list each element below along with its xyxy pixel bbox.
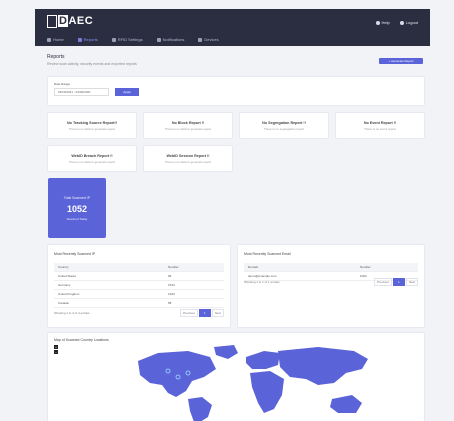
pagination: Previous 1 Next [180,309,224,317]
previous-page-button[interactable]: Previous [180,309,198,317]
main-content: Reports Review scan activity, security e… [47,54,425,421]
report-subtitle: There is no segregation report [263,126,305,131]
report-title: No Event Report !! [363,120,397,125]
column-header[interactable]: Domain [244,265,356,269]
table-row: Germany 1534 [54,281,224,290]
report-card-webid-session[interactable]: WebID Session Report !! There is no data… [143,145,233,172]
report-title: No Tracking Source Report!! [67,120,117,125]
north-america-shape[interactable] [138,351,216,397]
table-header-row: Country Number [54,263,224,272]
settings-icon [111,37,116,42]
logout-icon [399,20,404,25]
greenland-shape[interactable] [214,345,238,359]
report-subtitle: There is no data to generate report [68,126,116,131]
apply-button[interactable]: Apply [115,88,139,96]
help-icon [375,20,380,25]
table-footer: Showing 1 to 1 of 1 entries [244,280,280,284]
africa-shape[interactable] [250,371,284,413]
date-range-card: Date Range 03/29/2021 - 04/30/2021 Apply [47,76,425,106]
nav-item-notifications[interactable]: Notifications [156,37,184,42]
report-card-block[interactable]: No Block Report !! There is no data to g… [143,112,233,139]
report-title: No Segregation Report !! [262,120,306,125]
table-title: Most Recently Scanned IP [54,252,96,256]
logout-link[interactable]: Logout [399,20,418,25]
world-map[interactable] [118,343,378,421]
table-cell: Canada [58,301,69,305]
map-zoom-controls: + − [54,345,58,354]
report-subtitle: There is no data to generate report [164,159,212,164]
column-header[interactable]: Number [164,265,224,269]
top-navbar: DAEC Help Logout Home Reports RFID Setti… [35,9,430,46]
report-title: WebID Session Report !! [166,153,210,158]
app-logo[interactable]: DAEC [47,14,93,28]
stat-value: 1052 [66,203,88,214]
total-scanned-stat-card[interactable]: Total Scanned IP 1052 Scanned Today [48,178,106,238]
top-actions: Help Logout [375,20,418,25]
nav-item-devices[interactable]: Devices [198,37,219,42]
date-range-label: Date Range [54,82,71,86]
report-card-event[interactable]: No Event Report !! There is no event rep… [335,112,425,139]
table-cell: United States [58,274,77,278]
next-page-button[interactable]: Next [405,278,418,286]
report-subtitle: There is no data to generate report [164,126,212,131]
report-card-webid-breach[interactable]: WebID Breach Report !! There is no data … [47,145,137,172]
table-cell: 1534 [168,283,175,287]
report-subtitle: There is no data to generate report [68,159,116,164]
bell-icon [156,37,161,42]
zoom-in-button[interactable]: + [54,345,58,349]
nav-item-home[interactable]: Home [47,37,64,42]
table-cell: Germany [58,283,71,287]
column-header[interactable]: Country [54,265,164,269]
table-footer: Showing 1 to 4 of 4 entries [54,311,90,315]
report-icon [77,37,82,42]
report-card-tracking[interactable]: No Tracking Source Report!! There is no … [47,112,137,139]
generate-report-button[interactable]: + Generate Report [379,58,423,64]
table-row: Canada 58 [54,299,224,308]
pagination: Previous 1 Next [374,278,418,286]
page-1-button[interactable]: 1 [392,278,405,286]
table-cell: demo@example.com [248,274,277,278]
help-link[interactable]: Help [375,20,390,25]
column-header[interactable]: Number [356,265,418,269]
stat-subtitle: Scanned Today [66,216,88,221]
europe-shape[interactable] [246,351,280,369]
table-row: United States 96 [54,272,224,281]
report-title: WebID Breach Report !! [71,153,113,158]
home-icon [47,37,51,42]
main-nav: Home Reports RFID Settings Notifications… [47,37,219,42]
south-america-shape[interactable] [188,397,212,421]
table-cell: 1203 [168,292,175,296]
previous-page-button[interactable]: Previous [374,278,392,286]
page: DAEC Help Logout Home Reports RFID Setti… [0,0,454,421]
breadcrumb[interactable]: Reports [47,54,65,60]
table-cell: 58 [168,301,172,305]
recent-email-table-card: Most Recently Scanned Email Domain Numbe… [237,244,425,328]
zoom-out-button[interactable]: − [54,350,58,354]
map-title: Map of Scanned Country Locations [54,338,109,342]
device-icon [198,37,203,42]
world-map-card: Map of Scanned Country Locations + − [47,332,425,421]
logo-mark [47,14,57,28]
date-range-input[interactable]: 03/29/2021 - 04/30/2021 [54,88,109,96]
page-subtitle: Review scan activity, security events an… [47,62,137,66]
table-title: Most Recently Scanned Email [244,252,291,256]
nav-item-reports[interactable]: Reports [77,37,98,42]
asia-shape[interactable] [278,347,368,385]
recent-ip-table-card: Most Recently Scanned IP Country Number … [47,244,231,328]
report-subtitle: There is no event report [364,126,396,131]
next-page-button[interactable]: Next [211,309,224,317]
report-title: No Block Report !! [171,120,205,125]
table-cell: United Kingdom [58,292,80,296]
nav-item-rfid-settings[interactable]: RFID Settings [111,37,143,42]
page-1-button[interactable]: 1 [198,309,211,317]
stat-title: Total Scanned IP [63,195,91,200]
table-row: United Kingdom 1203 [54,290,224,299]
table-header-row: Domain Number [244,263,418,272]
report-card-segregation[interactable]: No Segregation Report !! There is no seg… [239,112,329,139]
table-cell: 96 [168,274,172,278]
logo-text: DAEC [58,15,94,27]
recent-ip-table: Country Number United States 96 Germany … [54,263,224,308]
map-land [138,345,368,421]
australia-shape[interactable] [330,395,362,413]
